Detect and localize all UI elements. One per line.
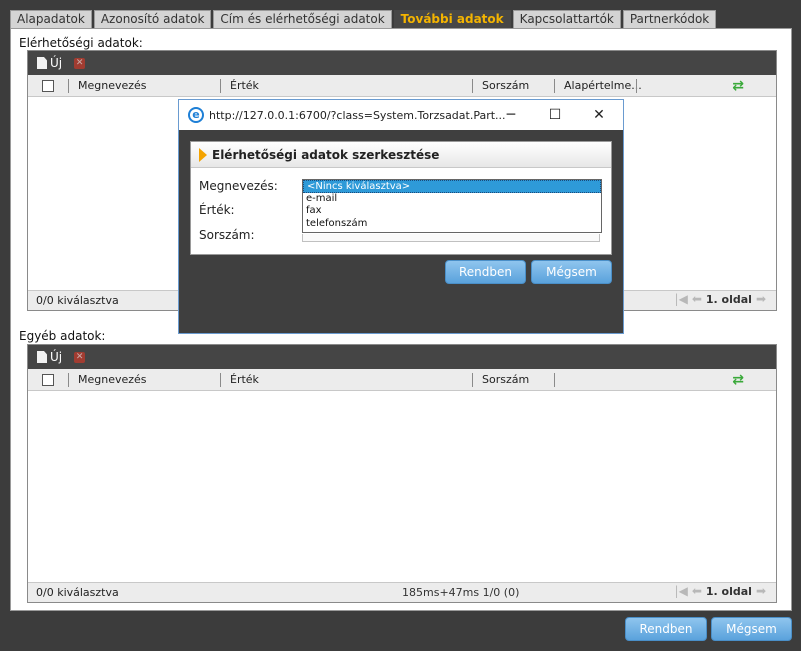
column-header-name[interactable]: Megnevezés: [78, 369, 147, 391]
first-page-icon[interactable]: |◀: [675, 584, 688, 598]
contact-section-title: Elérhetőségi adatok:: [19, 36, 143, 50]
edit-form: Elérhetőségi adatok szerkesztése Megneve…: [190, 141, 612, 255]
option-none[interactable]: <Nincs kiválasztva>: [303, 180, 601, 193]
arrow-right-icon: [199, 147, 207, 162]
value-label: Érték:: [199, 203, 235, 217]
tab-tovabbi-adatok[interactable]: További adatok: [393, 10, 511, 28]
tab-azonosito-adatok[interactable]: Azonosító adatok: [93, 10, 212, 28]
tab-partnerkodok[interactable]: Partnerkódok: [622, 10, 717, 28]
column-header-value[interactable]: Érték: [230, 75, 259, 97]
ok-button[interactable]: Rendben: [625, 617, 707, 641]
name-label: Megnevezés:: [199, 179, 278, 193]
tab-bar: Alapadatok Azonosító adatok Cím és elérh…: [10, 10, 718, 28]
timing-info: 185ms+47ms 1/0 (0): [402, 586, 520, 599]
contact-toolbar: Új ✕: [28, 51, 776, 75]
form-header: Elérhetőségi adatok szerkesztése: [191, 142, 611, 168]
dialog-titlebar: e http://127.0.0.1:6700/?class=System.To…: [179, 100, 623, 130]
next-page-icon[interactable]: ➡: [756, 292, 766, 306]
contact-pager: |◀ ⬅ 1. oldal ➡: [675, 292, 766, 306]
delete-icon[interactable]: ✕: [74, 57, 86, 69]
other-new-label: Új: [50, 350, 63, 364]
order-label: Sorszám:: [199, 228, 255, 242]
page-label: 1. oldal: [705, 584, 752, 598]
option-fax[interactable]: fax: [303, 205, 601, 218]
dialog-ok-button[interactable]: Rendben: [445, 260, 526, 284]
other-section-title: Egyéb adatok:: [19, 329, 106, 343]
column-header-name[interactable]: Megnevezés: [78, 75, 147, 97]
column-header-order[interactable]: Sorszám: [482, 369, 529, 391]
refresh-icon[interactable]: ⇄: [732, 78, 744, 94]
column-header-value[interactable]: Érték: [230, 369, 259, 391]
other-selection-count: 0/0 kiválasztva: [36, 586, 119, 599]
option-email[interactable]: e-mail: [303, 193, 601, 206]
delete-icon[interactable]: ✕: [74, 351, 86, 363]
minimize-icon[interactable]: ─: [491, 100, 531, 130]
other-grid: Új ✕ Megnevezés Érték Sorszám ⇄ 0/0 kivá…: [27, 344, 777, 603]
contact-grid-header: Megnevezés Érték Sorszám Alapértelme... …: [28, 75, 776, 97]
cancel-button[interactable]: Mégsem: [711, 617, 792, 641]
prev-page-icon[interactable]: ⬅: [692, 292, 702, 306]
other-toolbar: Új ✕: [28, 345, 776, 369]
name-select-list[interactable]: <Nincs kiválasztva> e-mail fax telefonsz…: [302, 179, 602, 233]
refresh-icon[interactable]: ⇄: [732, 372, 744, 388]
option-phone[interactable]: telefonszám: [303, 218, 601, 231]
browser-icon: e: [188, 107, 204, 123]
tab-kapcsolattartok[interactable]: Kapcsolattartók: [512, 10, 621, 28]
form-title: Elérhetőségi adatok szerkesztése: [212, 147, 440, 162]
contact-new-button[interactable]: Új: [37, 56, 62, 70]
dialog-cancel-button[interactable]: Mégsem: [531, 260, 612, 284]
column-header-default[interactable]: Alapértelme...: [564, 75, 642, 97]
dialog-url: http://127.0.0.1:6700/?class=System.Torz…: [209, 108, 506, 122]
column-header-order[interactable]: Sorszám: [482, 75, 529, 97]
order-input[interactable]: [302, 234, 600, 242]
first-page-icon[interactable]: |◀: [675, 292, 688, 306]
edit-contact-dialog: e http://127.0.0.1:6700/?class=System.To…: [178, 99, 624, 334]
contact-select-all-checkbox[interactable]: [42, 80, 54, 92]
page-label: 1. oldal: [705, 292, 752, 306]
other-new-button[interactable]: Új: [37, 350, 62, 364]
new-document-icon: [37, 351, 47, 363]
next-page-icon[interactable]: ➡: [756, 584, 766, 598]
tab-cim-es-elerhetosegi-adatok[interactable]: Cím és elérhetőségi adatok: [213, 10, 392, 28]
new-document-icon: [37, 57, 47, 69]
other-pager: |◀ ⬅ 1. oldal ➡: [675, 584, 766, 598]
close-icon[interactable]: ✕: [579, 100, 619, 130]
other-grid-body: [28, 391, 776, 582]
other-grid-header: Megnevezés Érték Sorszám ⇄: [28, 369, 776, 391]
prev-page-icon[interactable]: ⬅: [692, 584, 702, 598]
other-grid-footer: 0/0 kiválasztva 185ms+47ms 1/0 (0) |◀ ⬅ …: [28, 582, 776, 602]
contact-selection-count: 0/0 kiválasztva: [36, 294, 119, 307]
maximize-icon[interactable]: ☐: [535, 100, 575, 130]
tab-alapadatok[interactable]: Alapadatok: [10, 10, 92, 28]
contact-new-label: Új: [50, 56, 63, 70]
other-select-all-checkbox[interactable]: [42, 374, 54, 386]
